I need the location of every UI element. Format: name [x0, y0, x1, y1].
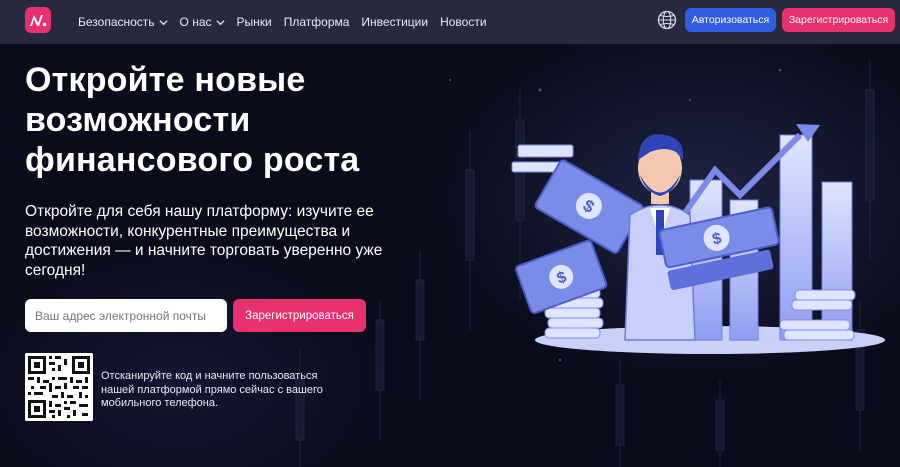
top-navbar: Безопасность О нас Рынки Платформа Инвес…: [0, 0, 900, 44]
qr-description: Отсканируйте код и начните пользоваться …: [101, 370, 323, 409]
menu-item-label: Новости: [440, 15, 487, 29]
menu-item-label: Инвестиции: [361, 15, 429, 29]
menu-item-investments[interactable]: Инвестиции: [361, 15, 428, 29]
login-button[interactable]: Авторизоваться: [685, 8, 776, 32]
register-button[interactable]: Зарегистрироваться: [782, 8, 895, 32]
menu-item-label: О нас: [179, 15, 212, 29]
globe-icon[interactable]: [657, 10, 677, 30]
chevron-down-icon: [215, 19, 225, 25]
finance-illustration: $ $ $: [511, 124, 885, 354]
menu-item-label: Платформа: [283, 15, 350, 29]
menu-item-security[interactable]: Безопасность: [78, 15, 168, 29]
menu-item-news[interactable]: Новости: [440, 15, 486, 29]
email-field[interactable]: [25, 299, 227, 332]
menu-item-markets[interactable]: Рынки: [237, 15, 272, 29]
menu-item-label: Безопасность: [78, 15, 155, 29]
hero-title: Откройте новые возможности финансового р…: [25, 61, 360, 179]
menu-item-platform[interactable]: Платформа: [284, 15, 350, 29]
hero-subtitle: Откройте для себя нашу платформу: изучит…: [25, 203, 383, 279]
menu-item-about[interactable]: О нас: [180, 15, 225, 29]
brand-logo-icon[interactable]: [25, 7, 51, 33]
qr-code: [25, 353, 93, 421]
chevron-down-icon: [159, 19, 168, 25]
hero-register-button[interactable]: Зарегистрироваться: [233, 299, 366, 332]
main-menu: Безопасность О нас Рынки Платформа Инвес…: [78, 0, 499, 44]
menu-item-label: Рынки: [236, 15, 272, 29]
